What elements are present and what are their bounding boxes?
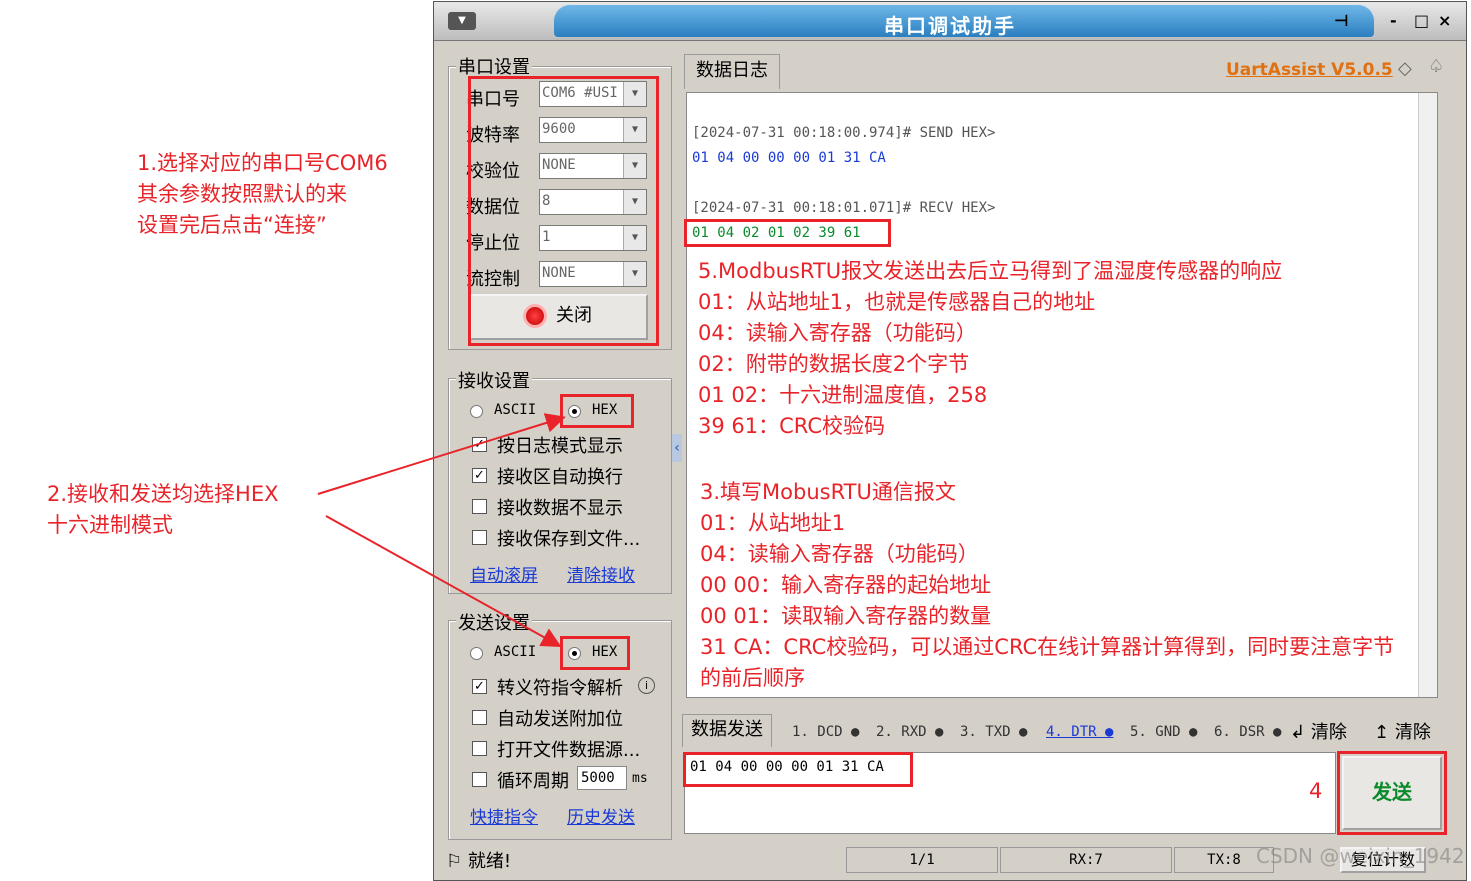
annotation-arrows (317, 413, 566, 647)
arrow-to-recv-hex (317, 413, 566, 495)
arrow-to-send-hex (325, 515, 562, 647)
